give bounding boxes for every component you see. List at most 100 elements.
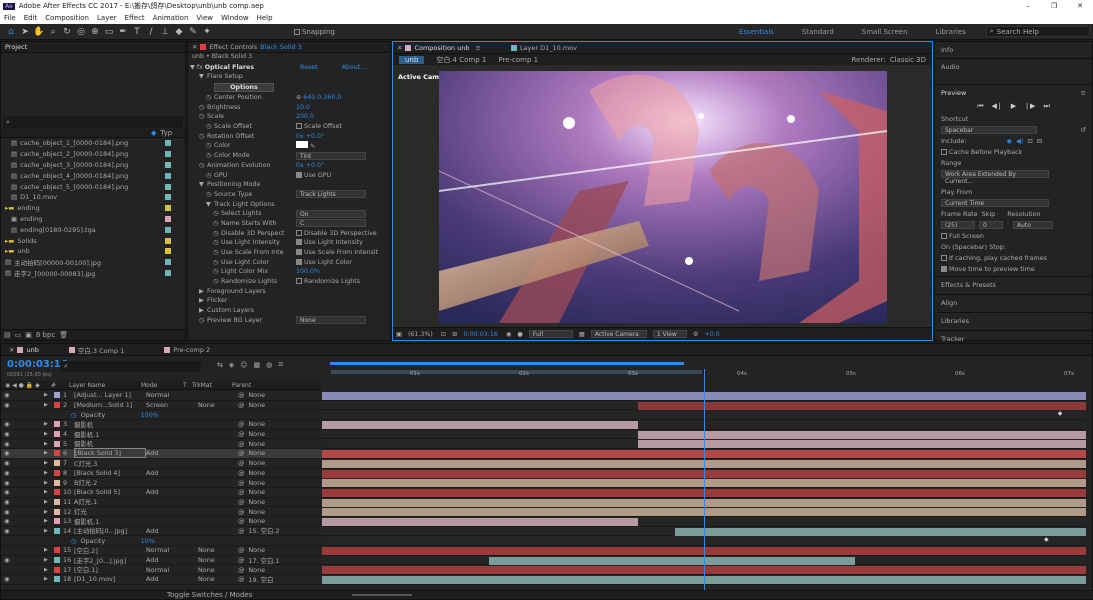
project-item[interactable]: ▤ cache_object_4_[0000-0184].png (1, 170, 185, 181)
effect-controls-tab[interactable]: ✕ Effect Controls Black Solid 3 (188, 42, 390, 53)
toggle-switches-modes[interactable]: Toggle Switches / Modes (167, 591, 252, 599)
expand-arrow-icon[interactable]: ▶ (44, 489, 54, 495)
rectangle-tool-icon[interactable]: ▭ (103, 26, 115, 38)
frame-blending-icon[interactable]: ▦ (254, 361, 261, 369)
label-swatch[interactable] (165, 183, 171, 190)
project-item[interactable]: ▸▬ unb (1, 246, 185, 257)
layer-parent[interactable]: None (248, 420, 265, 428)
label-swatch[interactable] (165, 269, 171, 276)
roto-brush-icon[interactable]: ✎ (187, 26, 199, 38)
search-help[interactable]: ⌕ Search Help (985, 26, 1090, 37)
layer-label-swatch[interactable] (54, 479, 60, 486)
parent-pickwhip-icon[interactable]: @ (238, 498, 244, 506)
parent-pickwhip-icon[interactable]: @ (238, 391, 244, 399)
project-item[interactable]: ▸▬ ending (1, 203, 185, 214)
layer-trkmat[interactable]: None (198, 556, 238, 564)
frame-rate-dropdown[interactable]: (25) (941, 221, 975, 229)
exposure-value[interactable]: +0.0 (704, 331, 719, 338)
expand-arrow-icon[interactable]: ▶ (44, 460, 54, 466)
layer-name[interactable]: [Medium...Solid 1] (74, 401, 146, 409)
layer-name[interactable]: [空白.1] (74, 565, 146, 574)
layer-label-swatch[interactable] (54, 450, 60, 457)
layer-label-swatch[interactable] (54, 566, 60, 573)
visibility-eye-icon[interactable]: ◉ (4, 440, 18, 448)
panel-menu-icon[interactable]: ≡ (1081, 89, 1086, 97)
stopwatch-icon[interactable]: ◷ (213, 220, 221, 227)
layer-name[interactable]: [Black Solid 3] (74, 448, 146, 459)
layer-parent[interactable]: None (248, 498, 265, 506)
region-of-interest-icon[interactable]: ⊡ (441, 331, 446, 338)
resolution-dropdown[interactable]: Full (528, 330, 573, 338)
expand-arrow-icon[interactable]: ▶ (44, 421, 54, 427)
layer-row[interactable]: ◉ ▶ 4 摄影机.1 @ None (1, 430, 322, 440)
rotate-tool-icon[interactable]: ↻ (61, 26, 73, 38)
home-icon[interactable]: ⌂ (5, 26, 17, 38)
keyframe-icon[interactable]: ◆ (1058, 410, 1063, 417)
label-swatch[interactable] (165, 205, 171, 212)
graph-editor-icon[interactable]: ⧄ (278, 360, 282, 369)
menu-help[interactable]: Help (257, 14, 273, 22)
expand-arrow-icon[interactable]: ▶ (44, 431, 54, 437)
property-value[interactable]: 10.0 (296, 104, 310, 111)
layer-row[interactable]: ◉ ▶ 7 C灯光.3 @ None (1, 459, 322, 469)
bit-depth-label[interactable]: 8 bpc (36, 331, 55, 339)
eraser-tool-icon[interactable]: ◆ (173, 26, 185, 38)
maximize-button[interactable]: ❐ (1041, 2, 1067, 10)
clone-tool-icon[interactable]: ⊥ (159, 26, 171, 38)
layer-name[interactable]: [空白.2] (74, 546, 146, 555)
layer-label-swatch[interactable] (54, 547, 60, 554)
shy-icon[interactable]: ☺ (240, 361, 247, 369)
layer-name[interactable]: [Black Solid 5] (74, 488, 146, 496)
property-row[interactable]: ◷ Opacity 10% (1, 536, 322, 546)
layer-label-swatch[interactable] (54, 392, 60, 399)
timeline-tab-precomp2[interactable]: Pre-comp 2 (173, 346, 210, 354)
expand-arrow-icon[interactable]: ▼ (199, 73, 207, 80)
parent-pickwhip-icon[interactable]: @ (238, 546, 244, 554)
flow-comp-1[interactable]: 空白.4 Comp 1 (436, 55, 486, 65)
label-swatch[interactable] (165, 237, 171, 244)
layer-name[interactable]: 灯光 (74, 507, 146, 516)
layer-parent[interactable]: None (248, 508, 265, 516)
property-checkbox[interactable] (296, 258, 302, 265)
property-checkbox[interactable] (296, 249, 302, 256)
close-button[interactable]: ✕ (1067, 2, 1093, 10)
project-item[interactable]: ▤ cache_object_1_[0000-0184].png (1, 138, 185, 149)
layer-label-swatch[interactable] (54, 527, 60, 534)
layer-label-swatch[interactable] (54, 557, 60, 564)
parent-pickwhip-icon[interactable]: @ (238, 517, 244, 525)
layer-label-swatch[interactable] (54, 402, 60, 409)
expand-arrow-icon[interactable]: ▼ (199, 181, 207, 188)
layer-name[interactable]: 摄影机 (74, 420, 146, 429)
property-dropdown[interactable]: On (296, 209, 366, 218)
expand-arrow-icon[interactable]: ▶ (44, 509, 54, 515)
project-item[interactable]: ▣ ending (1, 214, 185, 225)
camera-dropdown[interactable]: Active Camera (590, 330, 647, 338)
label-swatch[interactable] (165, 248, 171, 255)
property-checkbox[interactable] (296, 123, 302, 130)
layer-row[interactable]: ▶ 15 [空白.2] Normal None @ None (1, 546, 322, 556)
always-preview-icon[interactable]: ▣ (396, 331, 402, 338)
layer-mode[interactable]: Normal (146, 566, 198, 574)
layer-name[interactable]: 摄影机 (74, 439, 146, 448)
property-value[interactable]: 640.0,360.0 (303, 94, 341, 101)
brush-tool-icon[interactable]: ∕ (145, 26, 157, 38)
property-checkbox[interactable] (296, 239, 302, 246)
layer-row[interactable]: ◉ ▶ 16 [走字2_[0...].jpg] Add None @17. 空白.1 (1, 556, 322, 566)
visibility-eye-icon[interactable]: ◉ (4, 401, 18, 409)
layer-trkmat[interactable]: None (198, 546, 238, 554)
expand-arrow-icon[interactable]: ▶ (44, 402, 54, 408)
menu-view[interactable]: View (196, 14, 213, 22)
menu-window[interactable]: Window (221, 14, 249, 22)
current-time[interactable]: 0:00:03:16 (463, 331, 497, 338)
expand-arrow-icon[interactable]: ▶ (44, 547, 54, 553)
zoom-slider[interactable] (352, 594, 413, 596)
expand-arrow-icon[interactable]: ▼ (190, 64, 195, 71)
layer-name[interactable]: B灯光.2 (74, 478, 146, 487)
expand-arrow-icon[interactable]: ▶ (44, 576, 54, 582)
workspace-standard[interactable]: Standard (802, 28, 834, 36)
label-swatch[interactable] (165, 140, 171, 147)
expand-arrow-icon[interactable]: ▶ (199, 288, 207, 295)
layer-parent[interactable]: None (248, 401, 265, 409)
project-item[interactable]: ▤ cache_object_3_[0000-0184].png (1, 160, 185, 171)
grid-icon[interactable]: ⊞ (452, 331, 457, 338)
